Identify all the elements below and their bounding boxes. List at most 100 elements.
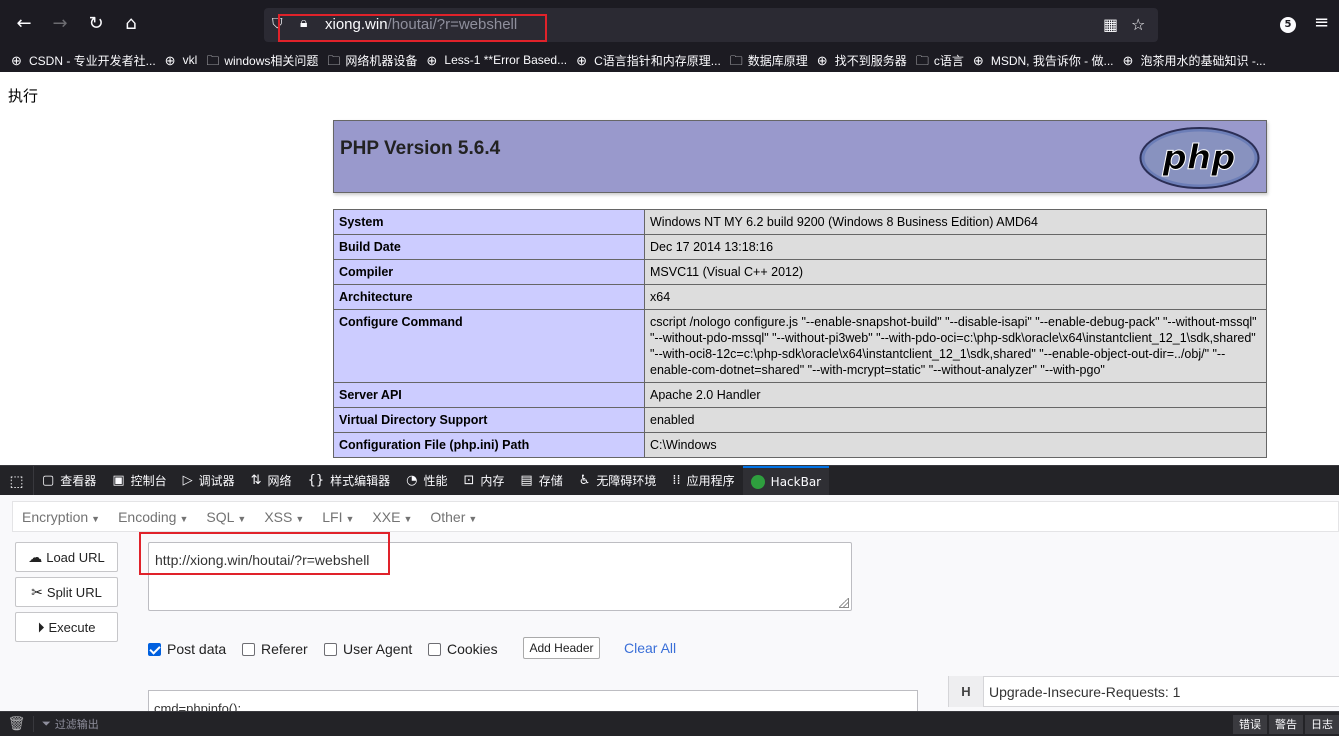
bookmark-item[interactable]: ⊕ C语言指针和内存原理... bbox=[576, 52, 721, 69]
bookmark-item[interactable]: ⊕ Less-1 **Error Based... bbox=[426, 53, 567, 67]
level-warnings-button[interactable]: 警告 bbox=[1269, 715, 1303, 734]
page-content: 执行 PHP Version 5.6.4 php System Windows N… bbox=[0, 72, 1339, 465]
cookies-option[interactable]: Cookies bbox=[428, 641, 498, 657]
info-row: Build Date Dec 17 2014 13:18:16 bbox=[333, 234, 1267, 260]
clear-all-link[interactable]: Clear All bbox=[624, 640, 676, 656]
filter-input[interactable]: ⏷ 过滤输出 bbox=[42, 716, 99, 732]
info-row: Configure Command cscript /nologo configu… bbox=[333, 309, 1267, 383]
level-errors-button[interactable]: 错误 bbox=[1233, 715, 1267, 734]
caret-down-icon: ▼ bbox=[237, 513, 247, 524]
cookies-checkbox[interactable] bbox=[428, 642, 441, 656]
filter-icon: ⏷ bbox=[42, 717, 51, 730]
console-icon: ▣ bbox=[112, 473, 125, 488]
user-agent-option[interactable]: User Agent bbox=[324, 641, 412, 657]
extension-badge[interactable]: 5 bbox=[1280, 17, 1296, 33]
referer-option[interactable]: Referer bbox=[242, 641, 308, 657]
bookmark-item[interactable]: 🗀 网络机器设备 bbox=[327, 52, 417, 69]
resize-grip-icon[interactable] bbox=[839, 598, 849, 608]
devtools-tab[interactable]: ⊡ 内存 bbox=[455, 466, 512, 496]
devtools-tab[interactable]: ▤ 存储 bbox=[512, 466, 570, 496]
hackbar-menu-item[interactable]: XXE ▼ bbox=[363, 509, 421, 525]
hackbar-menu-item[interactable]: LFI ▼ bbox=[313, 509, 363, 525]
devtools-tab-bar: ⬚ ▢ 查看器 ▣ 控制台 ▷ 调试器 ⇅ 网络 {} 样式编辑器 ◔ 性能 ⊡ 内存 ▤ 存储 ♿ 无障碍环境 ⁞… bbox=[0, 465, 1339, 496]
devtools-tab[interactable]: ▢ 查看器 bbox=[34, 466, 104, 496]
hackbar-menu-item[interactable]: SQL ▼ bbox=[197, 509, 255, 525]
post-data-option[interactable]: Post data bbox=[148, 641, 226, 657]
hackbar-menu-item[interactable]: Encoding ▼ bbox=[109, 509, 197, 525]
bookmark-item[interactable]: ⊕ CSDN - 专业开发者社... bbox=[11, 52, 156, 69]
bookmark-item[interactable]: ⊕ MSDN, 我告诉你 - 做... bbox=[973, 52, 1114, 69]
hackbar-menu-label: Other bbox=[430, 508, 466, 525]
info-value: x64 bbox=[644, 284, 1267, 310]
user-agent-checkbox[interactable] bbox=[324, 642, 337, 656]
bookmark-item[interactable]: 🗀 数据库原理 bbox=[730, 52, 808, 69]
folder-icon: 🗀 bbox=[206, 52, 220, 68]
trash-icon[interactable]: 🗑︎ bbox=[0, 716, 34, 732]
split-url-button[interactable]: ✂ Split URL bbox=[15, 577, 118, 607]
qr-code-icon[interactable]: ▦ bbox=[1103, 15, 1118, 34]
post-data-checkbox[interactable] bbox=[148, 642, 161, 656]
tracking-shield-icon[interactable]: ⛉ bbox=[272, 16, 290, 34]
folder-icon: 🗀 bbox=[915, 52, 929, 68]
bookmark-item[interactable]: ⊕ vkl bbox=[165, 53, 198, 67]
level-logs-button[interactable]: 日志 bbox=[1305, 715, 1339, 734]
devtools-tab[interactable]: ▷ 调试器 bbox=[175, 466, 243, 496]
hackbar-menu-item[interactable]: Encryption ▼ bbox=[13, 509, 109, 525]
folder-icon: 🗀 bbox=[327, 52, 341, 68]
globe-icon: ⊕ bbox=[816, 52, 828, 68]
cloud-download-icon: ☁ bbox=[28, 548, 43, 565]
globe-icon: ⊕ bbox=[972, 52, 984, 68]
bookmark-label: CSDN - 专业开发者社... bbox=[29, 53, 156, 68]
devtools-tab-label: 应用程序 bbox=[686, 474, 735, 488]
bookmark-item[interactable]: ⊕ 泡茶用水的基础知识 -... bbox=[1123, 52, 1266, 69]
header-value[interactable]: Upgrade-Insecure-Requests: 1 bbox=[984, 684, 1180, 700]
menu-icon[interactable]: ≡ bbox=[1314, 12, 1329, 33]
inspector-icon: ▢ bbox=[42, 473, 55, 488]
devtools-tab[interactable]: ⁞⁞ 应用程序 bbox=[664, 466, 742, 496]
bookmark-label: windows相关问题 bbox=[224, 53, 319, 68]
hackbar-menu-item[interactable]: XSS ▼ bbox=[255, 509, 313, 525]
info-row: Compiler MSVC11 (Visual C++ 2012) bbox=[333, 259, 1267, 285]
load-url-button[interactable]: ☁ Load URL bbox=[15, 542, 118, 572]
style-editor-icon: {} bbox=[307, 473, 325, 488]
storage-icon: ▤ bbox=[520, 473, 533, 488]
hackbar-menu-item[interactable]: Other ▼ bbox=[421, 509, 486, 525]
referer-checkbox[interactable] bbox=[242, 642, 255, 656]
info-row: Architecture x64 bbox=[333, 284, 1267, 310]
bookmark-star-icon[interactable]: ☆ bbox=[1131, 15, 1145, 34]
devtools-tab[interactable]: {} 样式编辑器 bbox=[300, 466, 399, 496]
forward-arrow-icon[interactable]: → bbox=[49, 13, 71, 35]
post-data-input[interactable]: cmd=phpinfo(); bbox=[148, 690, 918, 711]
hackbar-menu-label: SQL bbox=[206, 508, 235, 525]
home-icon[interactable]: ⌂ bbox=[120, 13, 142, 35]
devtools-tab[interactable]: ◔ 性能 bbox=[398, 466, 455, 496]
bookmark-item[interactable]: 🗀 c语言 bbox=[916, 52, 964, 69]
address-bar[interactable]: ⛉ 🔒︎ xiong.win/houtai/?r=webshell ▦ ☆ bbox=[264, 8, 1158, 42]
devtools-tab[interactable]: HackBar bbox=[742, 465, 830, 496]
hackbar-url-input[interactable]: http://xiong.win/houtai/?r=webshell bbox=[148, 542, 852, 611]
add-header-button[interactable]: Add Header bbox=[523, 637, 600, 659]
devtools-tab[interactable]: ▣ 控制台 bbox=[104, 466, 174, 496]
php-info-table: System Windows NT MY 6.2 build 9200 (Wind… bbox=[333, 209, 1267, 458]
element-picker-icon[interactable]: ⬚ bbox=[0, 465, 34, 496]
debugger-icon: ▷ bbox=[182, 473, 193, 488]
devtools-tab-label: HackBar bbox=[770, 474, 822, 489]
execute-button[interactable]: ⏵ Execute bbox=[15, 612, 118, 642]
devtools-tab-label: 样式编辑器 bbox=[330, 474, 391, 488]
back-arrow-icon[interactable]: ← bbox=[13, 13, 35, 35]
bookmark-item[interactable]: 🗀 windows相关问题 bbox=[206, 52, 318, 69]
php-version-title: PHP Version 5.6.4 bbox=[340, 138, 501, 159]
reload-icon[interactable]: ↻ bbox=[85, 13, 107, 35]
info-value: enabled bbox=[644, 407, 1267, 433]
lock-icon[interactable]: 🔒︎ bbox=[300, 15, 307, 31]
folder-icon: 🗀 bbox=[729, 52, 743, 68]
bookmarks-bar: ⊕ CSDN - 专业开发者社... ⊕ vkl 🗀 windows相关问题 🗀 网络机器设备… bbox=[0, 48, 1339, 72]
url-text[interactable]: xiong.win/houtai/?r=webshell bbox=[325, 16, 517, 33]
devtools-tab[interactable]: ♿ 无障碍环境 bbox=[571, 466, 665, 496]
user-agent-label: User Agent bbox=[343, 641, 413, 657]
devtools-tab[interactable]: ⇅ 网络 bbox=[243, 466, 300, 496]
info-value: cscript /nologo configure.js "--enable-s… bbox=[644, 309, 1267, 383]
request-header-row[interactable]: H Upgrade-Insecure-Requests: 1 bbox=[948, 676, 1339, 707]
devtools-tab-label: 网络 bbox=[267, 474, 292, 488]
bookmark-item[interactable]: ⊕ 找不到服务器 bbox=[817, 52, 907, 69]
